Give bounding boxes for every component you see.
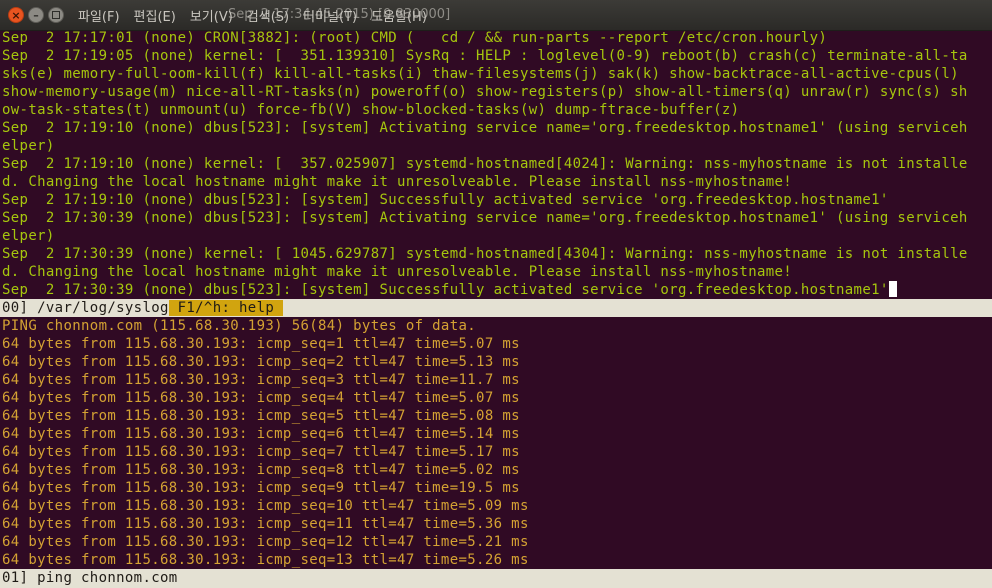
ping-line: 64 bytes from 115.68.30.193: icmp_seq=8 … (2, 462, 520, 478)
ping-line: 64 bytes from 115.68.30.193: icmp_seq=2 … (2, 354, 520, 370)
ping-line: 64 bytes from 115.68.30.193: icmp_seq=13… (2, 552, 529, 568)
ping-line: 64 bytes from 115.68.30.193: icmp_seq=3 … (2, 372, 520, 388)
minimize-glyph: – (33, 8, 39, 22)
log-line: d. Changing the local hostname might mak… (2, 174, 793, 190)
log-line: Sep 2 17:19:05 (none) kernel: [ 351.1393… (2, 48, 968, 64)
ping-line: 64 bytes from 115.68.30.193: icmp_seq=9 … (2, 480, 520, 496)
syslog-status-bar: 00] /var/log/syslog F1/^h: help (0, 299, 992, 317)
syslog-path: 00] /var/log/syslog (2, 300, 169, 316)
maximize-glyph (52, 11, 60, 19)
log-line-text: Sep 2 17:30:39 (none) dbus[523]: [system… (2, 282, 889, 298)
menu-help[interactable]: 도움말(H) (371, 6, 427, 25)
ping-line: 64 bytes from 115.68.30.193: icmp_seq=6 … (2, 426, 520, 442)
menu-terminal[interactable]: 터미널(T) (303, 6, 357, 25)
menu-bar: 파일(F) 편집(E) 보기(V) 검색(S) 터미널(T) 도움말(H) (78, 6, 427, 25)
ping-line: 64 bytes from 115.68.30.193: icmp_seq=11… (2, 516, 529, 532)
menu-edit[interactable]: 편집(E) (134, 6, 176, 25)
ping-command: 01] ping chonnom.com (2, 570, 178, 586)
log-line-last: Sep 2 17:30:39 (none) dbus[523]: [system… (2, 281, 992, 299)
log-line: show-memory-usage(m) nice-all-RT-tasks(n… (2, 84, 968, 100)
log-line: ow-task-states(t) unmount(u) force-fb(V)… (2, 102, 740, 118)
title-bar: × – Sep 2 17:34:45 2015) [0.830000] 파일(F… (0, 0, 992, 31)
ping-line: 64 bytes from 115.68.30.193: icmp_seq=5 … (2, 408, 520, 424)
ping-line: 64 bytes from 115.68.30.193: icmp_seq=10… (2, 498, 529, 514)
ping-line: 64 bytes from 115.68.30.193: icmp_seq=4 … (2, 390, 520, 406)
close-window-icon[interactable]: × (8, 7, 24, 23)
log-line: d. Changing the local hostname might mak… (2, 264, 793, 280)
ping-line: PING chonnom.com (115.68.30.193) 56(84) … (2, 318, 477, 334)
menu-file[interactable]: 파일(F) (78, 6, 120, 25)
ping-line: 64 bytes from 115.68.30.193: icmp_seq=7 … (2, 444, 520, 460)
log-line: Sep 2 17:30:39 (none) kernel: [ 1045.629… (2, 246, 968, 262)
log-line: sks(e) memory-full-oom-kill(f) kill-all-… (2, 66, 959, 82)
log-line: Sep 2 17:30:39 (none) dbus[523]: [system… (2, 210, 968, 226)
menu-search[interactable]: 검색(S) (247, 6, 289, 25)
terminal-window: × – Sep 2 17:34:45 2015) [0.830000] 파일(F… (0, 0, 992, 588)
ping-status-bar: 01] ping chonnom.com (0, 569, 992, 588)
ping-pane[interactable]: PING chonnom.com (115.68.30.193) 56(84) … (0, 317, 992, 569)
log-line: elper) (2, 138, 55, 154)
help-hint: F1/^h: help (168, 300, 283, 316)
close-glyph: × (11, 8, 21, 22)
syslog-pane[interactable]: Sep 2 17:17:01 (none) CRON[3882]: (root)… (0, 29, 992, 299)
ping-line: 64 bytes from 115.68.30.193: icmp_seq=12… (2, 534, 529, 550)
menu-view[interactable]: 보기(V) (190, 6, 233, 25)
log-line: Sep 2 17:17:01 (none) CRON[3882]: (root)… (2, 30, 828, 46)
minimize-window-icon[interactable]: – (28, 7, 44, 23)
log-line: elper) (2, 228, 55, 244)
log-line: Sep 2 17:19:10 (none) kernel: [ 357.0259… (2, 156, 968, 172)
maximize-window-icon[interactable] (48, 7, 64, 23)
ping-line: 64 bytes from 115.68.30.193: icmp_seq=1 … (2, 336, 520, 352)
text-cursor (888, 281, 897, 297)
log-line: Sep 2 17:19:10 (none) dbus[523]: [system… (2, 120, 968, 136)
log-line: Sep 2 17:19:10 (none) dbus[523]: [system… (2, 192, 889, 208)
